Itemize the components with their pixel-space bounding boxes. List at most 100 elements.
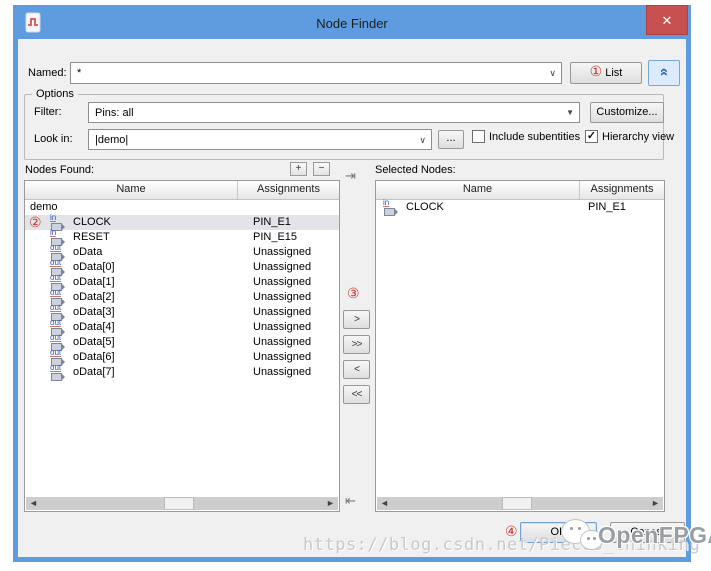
node-name: CLOCK bbox=[406, 200, 444, 215]
node-name: oData[1] bbox=[73, 275, 115, 290]
expand-all-button[interactable]: + bbox=[290, 162, 307, 176]
browse-button[interactable]: ... bbox=[438, 130, 464, 149]
node-row[interactable]: outoData[4]Unassigned bbox=[25, 320, 339, 335]
checkbox-box[interactable]: ✓ bbox=[585, 130, 598, 143]
add-button[interactable]: > bbox=[343, 310, 370, 329]
named-value: * bbox=[77, 67, 81, 79]
look-in-value: |demo| bbox=[95, 134, 128, 146]
window-title: Node Finder bbox=[18, 10, 686, 37]
node-row[interactable]: outoData[2]Unassigned bbox=[25, 290, 339, 305]
filter-value: Pins: all bbox=[95, 107, 134, 119]
remove-all-button[interactable]: << bbox=[343, 385, 370, 404]
selected-nodes-table: Name Assignments in CLOCK PIN_E1 ◄ ► bbox=[375, 180, 665, 512]
include-subentities-label: Include subentities bbox=[489, 131, 580, 143]
list-button[interactable]: ① List bbox=[570, 62, 642, 84]
nodes-found-label: Nodes Found: bbox=[25, 164, 94, 176]
scroll-left-icon[interactable]: ◄ bbox=[377, 497, 392, 510]
annotation-1: ① bbox=[590, 63, 603, 79]
named-label: Named: bbox=[28, 67, 67, 79]
checkbox-box[interactable] bbox=[472, 130, 485, 143]
include-subentities-checkbox[interactable]: Include subentities bbox=[472, 130, 580, 143]
node-name: oData[3] bbox=[73, 305, 115, 320]
hierarchy-view-label: Hierarchy view bbox=[602, 131, 674, 143]
node-assignment: Unassigned bbox=[253, 290, 311, 305]
openfpga-brand: OpenFPGA bbox=[598, 522, 711, 549]
node-assignment: Unassigned bbox=[253, 260, 311, 275]
node-row[interactable]: ②inCLOCKPIN_E1 bbox=[25, 215, 339, 230]
filter-label: Filter: bbox=[34, 106, 62, 118]
node-name: oData[6] bbox=[73, 350, 115, 365]
selected-nodes-rows: in CLOCK PIN_E1 bbox=[376, 200, 664, 215]
node-assignment: Unassigned bbox=[253, 335, 311, 350]
node-name: oData bbox=[73, 245, 102, 260]
node-name: RESET bbox=[73, 230, 110, 245]
tree-group-row[interactable]: demo bbox=[25, 200, 339, 215]
node-assignment: Unassigned bbox=[253, 350, 311, 365]
node-assignment: Unassigned bbox=[253, 305, 311, 320]
collapse-all-button[interactable]: − bbox=[313, 162, 330, 176]
node-assignment: Unassigned bbox=[253, 275, 311, 290]
titlebar[interactable]: Node Finder ✕ bbox=[18, 10, 686, 39]
named-combobox[interactable]: * ∨ bbox=[70, 62, 562, 84]
nodes-found-hscrollbar[interactable]: ◄ ► bbox=[26, 497, 338, 510]
column-header-name[interactable]: Name bbox=[25, 181, 238, 199]
node-row[interactable]: outoData[6]Unassigned bbox=[25, 350, 339, 365]
scroll-left-icon[interactable]: ◄ bbox=[26, 497, 41, 510]
nodes-found-table: Name Assignments demo②inCLOCKPIN_E1inRES… bbox=[24, 180, 340, 512]
node-row[interactable]: outoData[0]Unassigned bbox=[25, 260, 339, 275]
node-row[interactable]: outoData[1]Unassigned bbox=[25, 275, 339, 290]
node-finder-dialog: Node Finder ✕ Named: * ∨ ① List « Option… bbox=[13, 5, 691, 562]
look-in-combobox[interactable]: |demo| ∨ bbox=[88, 129, 432, 150]
in-pin-icon: in bbox=[382, 200, 402, 215]
node-row[interactable]: outoData[7]Unassigned bbox=[25, 365, 339, 380]
list-button-label: List bbox=[605, 67, 622, 79]
node-assignment: Unassigned bbox=[253, 320, 311, 335]
column-header-assignments[interactable]: Assignments bbox=[238, 181, 339, 199]
node-assignment: PIN_E1 bbox=[588, 200, 626, 215]
node-assignment: PIN_E1 bbox=[253, 215, 291, 230]
chevron-down-icon[interactable]: ∨ bbox=[549, 63, 556, 83]
node-row[interactable]: inRESETPIN_E15 bbox=[25, 230, 339, 245]
annotation-3: ③ bbox=[347, 286, 360, 301]
scroll-right-icon[interactable]: ► bbox=[648, 497, 663, 510]
node-name: oData[0] bbox=[73, 260, 115, 275]
close-button[interactable]: ✕ bbox=[646, 5, 688, 35]
chevron-down-icon[interactable]: ∨ bbox=[419, 130, 426, 149]
scroll-thumb[interactable] bbox=[164, 497, 194, 510]
screenshot-stage: Node Finder ✕ Named: * ∨ ① List « Option… bbox=[0, 0, 711, 571]
scroll-thumb[interactable] bbox=[502, 497, 532, 510]
annotation-2: ② bbox=[29, 215, 42, 230]
double-chevron-up-icon: « bbox=[653, 68, 675, 76]
node-name: CLOCK bbox=[73, 215, 111, 230]
hierarchy-view-checkbox[interactable]: ✓ Hierarchy view bbox=[585, 130, 674, 143]
node-assignment: PIN_E15 bbox=[253, 230, 297, 245]
out-pin-icon: out bbox=[49, 365, 69, 380]
node-assignment: Unassigned bbox=[253, 365, 311, 380]
nodes-found-rows: demo②inCLOCKPIN_E1inRESETPIN_E15outoData… bbox=[25, 200, 339, 380]
remove-button[interactable]: < bbox=[343, 360, 370, 379]
options-group-label: Options bbox=[32, 88, 78, 100]
filter-dropdown[interactable]: Pins: all ▼ bbox=[88, 102, 580, 123]
node-row[interactable]: outoData[5]Unassigned bbox=[25, 335, 339, 350]
collapse-dialog-button[interactable]: « bbox=[648, 60, 680, 86]
node-name: oData[5] bbox=[73, 335, 115, 350]
node-name: oData[4] bbox=[73, 320, 115, 335]
node-row[interactable]: in CLOCK PIN_E1 bbox=[376, 200, 664, 215]
nodes-found-header[interactable]: Name Assignments bbox=[25, 181, 339, 200]
dropdown-arrow-icon[interactable]: ▼ bbox=[566, 103, 574, 122]
selected-nodes-label: Selected Nodes: bbox=[375, 164, 456, 176]
node-name: oData[2] bbox=[73, 290, 115, 305]
dialog-body: Named: * ∨ ① List « Options Filter: Pins… bbox=[18, 39, 686, 557]
selected-nodes-header[interactable]: Name Assignments bbox=[376, 181, 664, 200]
node-row[interactable]: outoDataUnassigned bbox=[25, 245, 339, 260]
node-row[interactable]: outoData[3]Unassigned bbox=[25, 305, 339, 320]
dock-left-icon[interactable]: ⇤ bbox=[345, 493, 356, 509]
customize-button[interactable]: Customize... bbox=[590, 102, 664, 123]
column-header-name[interactable]: Name bbox=[376, 181, 580, 199]
scroll-right-icon[interactable]: ► bbox=[323, 497, 338, 510]
node-finder-waveform-icon bbox=[23, 12, 43, 34]
selected-nodes-hscrollbar[interactable]: ◄ ► bbox=[377, 497, 663, 510]
column-header-assignments[interactable]: Assignments bbox=[580, 181, 664, 199]
dock-right-icon[interactable]: ⇥ bbox=[345, 168, 356, 184]
add-all-button[interactable]: >> bbox=[343, 335, 370, 354]
